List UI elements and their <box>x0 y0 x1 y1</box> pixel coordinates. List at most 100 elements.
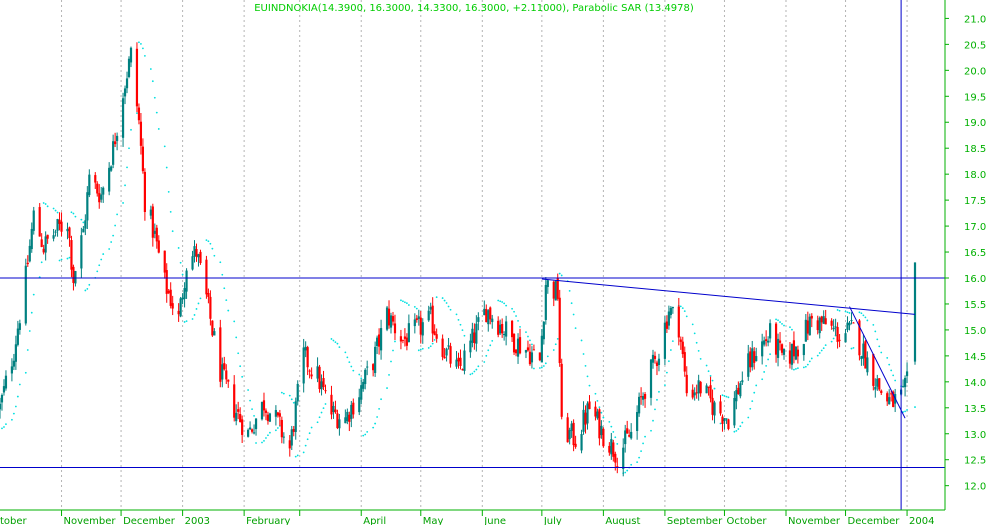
candle-body <box>886 393 889 402</box>
stock-chart: 12.0 12.5 13.0 13.5 14.0 14.5 15.0 15.5 16.0 16.5… <box>0 0 986 525</box>
candle-body <box>568 430 571 440</box>
candle-body <box>427 310 430 321</box>
sar-dot <box>783 324 785 327</box>
y-tick-label: 18.5 <box>964 144 986 155</box>
candle-body <box>151 206 154 238</box>
candle-body <box>538 352 541 361</box>
candle-body <box>225 370 228 380</box>
candle-body <box>114 141 117 145</box>
candle-body <box>252 432 256 434</box>
sar-dot <box>322 407 325 410</box>
sar-dot <box>140 43 142 45</box>
candle-body <box>181 297 184 300</box>
candle-body <box>665 321 668 329</box>
candle-body <box>44 236 47 253</box>
candle-body <box>463 350 466 371</box>
sar-dot <box>769 353 772 356</box>
sar-dot <box>719 422 722 425</box>
candle-body <box>820 316 823 323</box>
candle-body <box>110 166 113 171</box>
sar-dot <box>542 365 545 367</box>
candle-body <box>294 401 297 433</box>
sar-dot <box>346 356 349 359</box>
candle-body <box>737 387 740 395</box>
sar-dot <box>227 309 230 312</box>
candle-body <box>874 387 877 390</box>
candle-body <box>179 298 182 317</box>
sar-dot <box>733 430 736 433</box>
x-tick-label: July <box>543 516 562 525</box>
sar-dot <box>850 347 853 350</box>
sar-dot <box>725 395 728 398</box>
sar-dot <box>556 337 559 340</box>
candle-body <box>52 235 55 239</box>
sar-dot <box>60 258 63 261</box>
sar-dot <box>612 431 615 433</box>
candle-body <box>755 356 758 362</box>
sar-dot <box>1 427 3 430</box>
sar-dot <box>874 330 877 333</box>
sar-dot <box>336 342 339 345</box>
candle-body <box>628 435 631 437</box>
sar-dot <box>838 309 841 312</box>
sar-dot <box>350 365 353 368</box>
candle-body <box>721 416 724 424</box>
candle-body <box>598 409 601 439</box>
sar-dot <box>697 349 700 352</box>
sar-dot <box>737 428 740 430</box>
candle-body <box>596 411 599 419</box>
sar-dot <box>544 362 547 365</box>
candle-body <box>570 423 573 431</box>
candle-body <box>556 278 559 299</box>
sar-dot <box>185 320 188 323</box>
candle-body <box>155 227 158 242</box>
sar-dot <box>806 363 809 366</box>
sar-dot <box>820 349 823 352</box>
sar-dot <box>459 323 462 326</box>
sar-dot <box>860 312 863 315</box>
sar-dot <box>66 257 69 260</box>
sar-dot <box>433 339 436 341</box>
sar-dot <box>836 309 839 311</box>
sar-dot <box>890 369 893 372</box>
sar-dot <box>320 411 323 414</box>
candle-body <box>558 297 561 364</box>
sar-dot <box>475 368 478 371</box>
sar-dot <box>483 361 486 363</box>
candle-body <box>316 366 319 379</box>
candle-body <box>806 320 809 334</box>
candle-body <box>747 353 750 377</box>
candle-body <box>497 320 500 335</box>
sar-dot <box>116 213 119 216</box>
candle-body <box>239 414 242 423</box>
sar-dot <box>68 256 71 259</box>
sar-dot <box>334 341 337 344</box>
sar-dot <box>274 429 277 432</box>
sar-dot <box>705 364 708 367</box>
candle-body <box>487 310 490 325</box>
candle-body <box>233 384 236 418</box>
x-tick-label: April <box>363 516 386 525</box>
sar-dot <box>338 346 341 348</box>
chart-title: EUINDNOKIA(14.3900, 16.3000, 14.3300, 16… <box>254 3 694 14</box>
candle-body <box>413 319 416 327</box>
sar-dot <box>183 321 186 323</box>
sar-dot <box>74 215 77 218</box>
x-tick-label: February <box>246 516 290 525</box>
sar-dot <box>796 367 799 370</box>
candle-body <box>66 228 69 232</box>
candle-body <box>288 440 291 449</box>
sar-dot <box>56 211 59 214</box>
candle-body <box>68 227 71 239</box>
sar-dot <box>654 408 656 411</box>
candle-body <box>403 336 407 339</box>
y-tick-label: 18.0 <box>964 170 986 181</box>
candle-body <box>713 402 716 416</box>
sar-dot <box>344 351 347 354</box>
sar-dot <box>296 454 299 457</box>
sar-dot <box>225 299 228 302</box>
sar-dot <box>499 300 502 303</box>
sar-dot <box>149 68 152 70</box>
sar-dot <box>310 426 313 429</box>
candle-body <box>445 348 448 356</box>
